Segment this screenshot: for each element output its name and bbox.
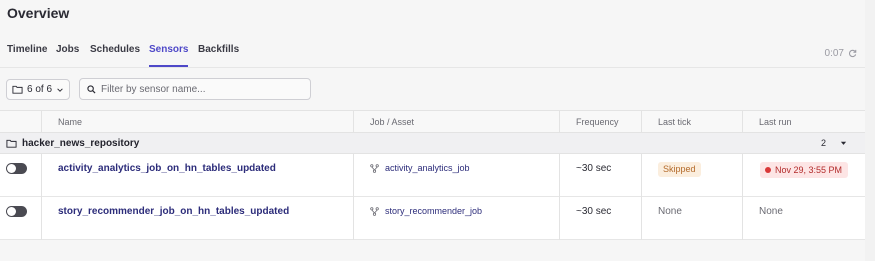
tab-schedules[interactable]: Schedules xyxy=(90,44,140,67)
chevron-down-icon xyxy=(57,87,63,92)
job-icon xyxy=(370,163,379,173)
search-input[interactable] xyxy=(101,83,301,95)
folder-icon xyxy=(12,85,23,94)
tab-sensors[interactable]: Sensors xyxy=(149,44,189,67)
sensor-toggle[interactable] xyxy=(6,163,27,174)
page-title: Overview xyxy=(7,5,70,21)
column-header-job-asset: Job / Asset xyxy=(370,117,415,127)
repository-group-header[interactable]: hacker_news_repository 2 xyxy=(0,133,865,154)
table-row: story_recommender_job_on_hn_tables_updat… xyxy=(0,197,865,240)
repository-filter-label: 6 of 6 xyxy=(27,84,53,95)
job-link[interactable]: activity_analytics_job xyxy=(370,163,470,173)
search-icon xyxy=(87,84,96,94)
refresh-icon[interactable] xyxy=(848,49,857,58)
sensor-name-link[interactable]: activity_analytics_job_on_hn_tables_upda… xyxy=(58,163,276,174)
last-run-time: Nov 29, 3:55 PM xyxy=(775,165,843,175)
repository-filter-select[interactable]: 6 of 6 xyxy=(6,79,70,100)
repository-sensor-count: 2 xyxy=(821,138,827,148)
folder-icon xyxy=(6,139,17,148)
last-run-value: None xyxy=(759,206,783,217)
sensor-search[interactable] xyxy=(79,78,311,100)
last-tick-status-badge[interactable]: Skipped xyxy=(658,162,701,177)
tab-jobs[interactable]: Jobs xyxy=(56,44,79,67)
refresh-countdown: 0:07 xyxy=(824,48,844,59)
refresh-timer[interactable]: 0:07 xyxy=(825,48,857,59)
job-name: story_recommender_job xyxy=(385,206,483,216)
job-icon xyxy=(370,206,379,216)
scrollbar-track[interactable] xyxy=(865,0,875,261)
repository-name: hacker_news_repository xyxy=(22,138,140,149)
sensors-table: Name Job / Asset Frequency Last tick Las… xyxy=(0,111,865,240)
sensor-name-link[interactable]: story_recommender_job_on_hn_tables_updat… xyxy=(58,206,289,217)
frequency-value: ~30 sec xyxy=(576,163,612,174)
tab-bar: Timeline Jobs Schedules Sensors Backfill… xyxy=(0,44,865,68)
column-header-last-tick: Last tick xyxy=(658,117,692,127)
filter-bar: 6 of 6 xyxy=(0,68,865,111)
sensor-toggle[interactable] xyxy=(6,206,27,217)
job-name: activity_analytics_job xyxy=(385,163,470,173)
caret-down-icon[interactable] xyxy=(840,141,847,146)
last-run-status-badge[interactable]: Nov 29, 3:55 PM xyxy=(760,162,849,178)
column-header-last-run: Last run xyxy=(759,117,792,127)
column-header-frequency: Frequency xyxy=(576,117,619,127)
table-header: Name Job / Asset Frequency Last tick Las… xyxy=(0,111,865,133)
job-link[interactable]: story_recommender_job xyxy=(370,206,482,216)
tab-backfills[interactable]: Backfills xyxy=(198,44,239,67)
table-row: activity_analytics_job_on_hn_tables_upda… xyxy=(0,154,865,197)
tab-timeline[interactable]: Timeline xyxy=(7,44,47,67)
column-header-name: Name xyxy=(58,117,83,127)
last-tick-value: None xyxy=(658,206,682,217)
failure-dot-icon xyxy=(765,167,771,173)
frequency-value: ~30 sec xyxy=(576,206,612,217)
